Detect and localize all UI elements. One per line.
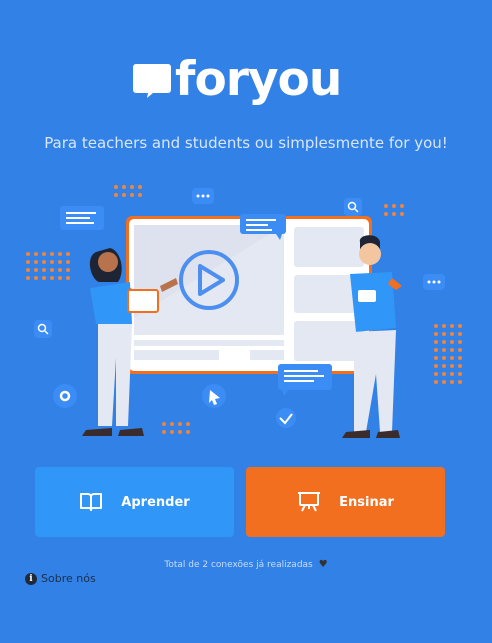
app-logo: foryou (133, 52, 363, 114)
connections-counter: Total de 2 conexões já realizadas ♥ (0, 559, 492, 570)
about-link[interactable]: i Sobre nós (25, 572, 96, 585)
brand-name: foryou (175, 52, 342, 107)
teach-button-label: Ensinar (339, 494, 394, 510)
info-icon: i (25, 572, 37, 585)
learn-button[interactable]: Aprender (35, 467, 234, 537)
learn-button-label: Aprender (121, 494, 190, 510)
heart-icon: ♥ (318, 559, 328, 570)
presentation-board-icon (298, 492, 321, 512)
book-icon (80, 493, 103, 511)
chat-bubble-icon (133, 64, 171, 98)
hero-illustration (26, 185, 462, 438)
about-label: Sobre nós (41, 572, 96, 585)
connections-text: Total de 2 conexões já realizadas (164, 560, 313, 570)
video-board (126, 216, 372, 374)
tagline: Para teachers and students ou simplesmen… (44, 134, 448, 152)
teach-button[interactable]: Ensinar (246, 467, 445, 537)
